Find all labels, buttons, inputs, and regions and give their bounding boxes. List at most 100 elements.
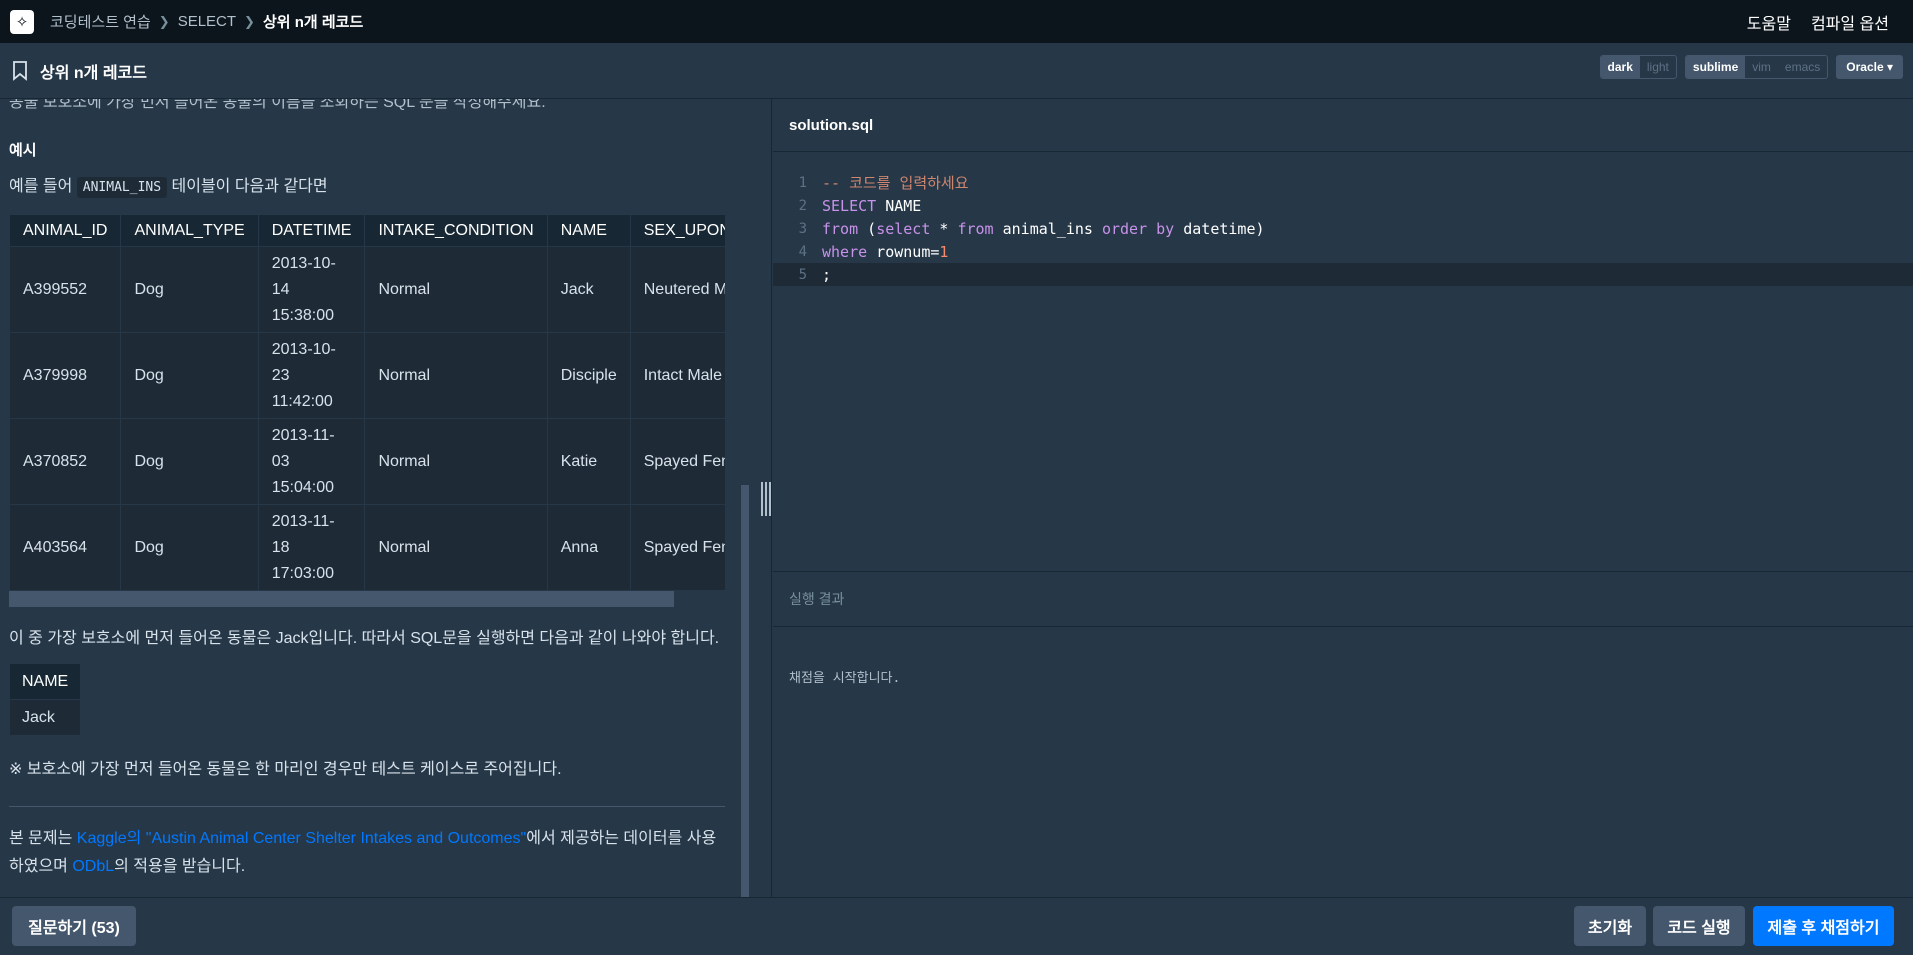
table-row: A379998 Dog 2013-10-23 11:42:00 Normal D…: [9, 332, 725, 419]
table-cell: A370852: [9, 418, 122, 505]
explanation-text: 이 중 가장 보호소에 먼저 들어온 동물은 Jack입니다. 따라서 SQL문…: [9, 630, 720, 647]
table-cell: Disciple: [546, 332, 631, 419]
column-header: ANIMAL_TYPE: [120, 214, 259, 247]
expected-result-table: NAME Jack: [8, 663, 82, 736]
scrollbar-thumb[interactable]: [9, 591, 674, 607]
table-cell: Katie: [546, 418, 631, 505]
run-code-button[interactable]: 코드 실행: [1653, 906, 1745, 946]
example-heading: 예시: [9, 142, 37, 159]
theme-toggle: dark light: [1599, 55, 1677, 79]
code-editor[interactable]: solution.sql 1 -- 코드를 입력하세요 2 SELECT NAM…: [773, 99, 1913, 571]
table-cell: 2013-11-18 17:03:00: [257, 504, 366, 591]
source-text: 본 문제는 Kaggle의 "Austin Animal Center Shel…: [9, 825, 725, 881]
chevron-right-icon: ❯: [244, 13, 255, 29]
table-header-row: ANIMAL_ID ANIMAL_TYPE DATETIME INTAKE_CO…: [9, 214, 725, 247]
table-cell: Spayed Female: [629, 418, 725, 505]
breadcrumb-item-select[interactable]: SELECT: [178, 13, 236, 30]
kaggle-link[interactable]: Kaggle의 "Austin Animal Center Shelter In…: [77, 830, 526, 847]
ask-question-button[interactable]: 질문하기 (53): [12, 906, 136, 946]
code-line: 1 -- 코드를 입력하세요: [773, 171, 1913, 194]
source-prefix: 본 문제는: [9, 830, 77, 847]
theme-dark-button[interactable]: dark: [1600, 56, 1640, 78]
problem-description-pane[interactable]: 동물 보호소에 가장 먼저 들어온 동물의 이름을 조회하는 SQL 문을 작성…: [0, 99, 760, 897]
column-header: NAME: [546, 214, 631, 247]
code-text: SELECT NAME: [822, 196, 922, 215]
example-table: ANIMAL_ID ANIMAL_TYPE DATETIME INTAKE_CO…: [9, 214, 725, 591]
code-line: 2 SELECT NAME: [773, 194, 1913, 217]
table-cell: Intact Male: [629, 332, 725, 419]
table-name-code: ANIMAL_INS: [76, 177, 168, 198]
results-heading: 실행 결과: [773, 572, 1913, 627]
column-header: ANIMAL_ID: [9, 214, 122, 247]
note-text: ※ 보호소에 가장 먼저 들어온 동물은 한 마리인 경우만 테스트 케이스로 …: [9, 761, 562, 778]
table-horizontal-scrollbar[interactable]: [9, 591, 725, 607]
table-cell: Dog: [120, 418, 259, 505]
problem-intro: 동물 보호소에 가장 먼저 들어온 동물의 이름을 조회하는 SQL 문을 작성…: [9, 99, 546, 111]
action-footer: 질문하기 (53) 초기화 코드 실행 제출 후 채점하기: [0, 897, 1913, 955]
top-nav: ✧ 코딩테스트 연습 ❯ SELECT ❯ 상위 n개 레코드 도움말 컴파일 …: [0, 0, 1913, 43]
keymap-sublime-button[interactable]: sublime: [1685, 56, 1746, 78]
line-number: 3: [798, 220, 807, 237]
table-cell: A399552: [9, 246, 122, 333]
table-row: A403564 Dog 2013-11-18 17:03:00 Normal A…: [9, 504, 725, 591]
reset-button[interactable]: 초기화: [1574, 906, 1646, 946]
keymap-emacs-button[interactable]: emacs: [1778, 56, 1827, 78]
breadcrumb-item-coding-test[interactable]: 코딩테스트 연습: [50, 11, 151, 32]
odbl-link[interactable]: ODbL: [72, 858, 114, 875]
results-output: 채점을 시작합니다.: [789, 671, 901, 686]
results-panel: 실행 결과 채점을 시작합니다.: [773, 571, 1913, 897]
example-prefix: 예를 들어: [9, 178, 73, 195]
table-cell: Anna: [546, 504, 631, 591]
column-header: DATETIME: [257, 214, 366, 247]
compile-options-link[interactable]: 컴파일 옵션: [1811, 10, 1889, 34]
keymap-toggle: sublime vim emacs: [1684, 55, 1829, 79]
table-cell: 2013-10-23 11:42:00: [257, 332, 366, 419]
table-cell: 2013-11-03 15:04:00: [257, 418, 366, 505]
table-row: Jack: [8, 699, 82, 736]
table-header-row: NAME: [8, 663, 82, 700]
keymap-vim-button[interactable]: vim: [1745, 56, 1778, 78]
editor-file-tab: solution.sql: [773, 99, 1913, 152]
table-cell: Normal: [364, 504, 548, 591]
table-row: A399552 Dog 2013-10-14 15:38:00 Normal J…: [9, 246, 725, 333]
table-cell: Jack: [546, 246, 631, 333]
code-area[interactable]: 1 -- 코드를 입력하세요 2 SELECT NAME 3 from (sel…: [773, 171, 1913, 286]
programmers-logo-icon[interactable]: ✧: [10, 9, 34, 34]
chevron-right-icon: ❯: [158, 13, 170, 29]
code-line: 3 from (select * from animal_ins order b…: [773, 217, 1913, 240]
table-cell: Dog: [120, 332, 259, 419]
code-text: ;: [822, 265, 832, 284]
table-cell: Spayed Female: [629, 504, 725, 591]
table-cell: Normal: [364, 332, 548, 419]
language-select-value: Oracle: [1846, 60, 1884, 74]
table-cell: Dog: [120, 246, 259, 333]
table-row: A370852 Dog 2013-11-03 15:04:00 Normal K…: [9, 418, 725, 505]
table-cell: A403564: [9, 504, 122, 591]
breadcrumb-item-current: 상위 n개 레코드: [262, 14, 364, 31]
line-number: 4: [798, 243, 807, 260]
page-title: 상위 n개 레코드: [40, 64, 147, 82]
example-caption: 예를 들어 ANIMAL_INS 테이블이 다음과 같다면: [9, 173, 725, 202]
description-vertical-scrollbar[interactable]: [741, 485, 749, 897]
code-text: -- 코드를 입력하세요: [822, 174, 969, 192]
column-header: SEX_UPON_INTAKE: [629, 214, 725, 247]
problem-title-bar: 상위 n개 레코드 dark light sublime vim emacs O…: [0, 43, 1913, 99]
divider: [9, 806, 725, 807]
theme-light-button[interactable]: light: [1640, 56, 1676, 78]
code-text: where rownum=1: [822, 242, 949, 261]
language-select[interactable]: Oracle ▾: [1836, 55, 1903, 79]
table-cell: Neutered Male: [629, 246, 725, 333]
line-number: 5: [798, 266, 807, 283]
table-cell: Normal: [364, 418, 548, 505]
submit-button[interactable]: 제출 후 채점하기: [1753, 906, 1894, 946]
table-cell: Dog: [120, 504, 259, 591]
bookmark-icon[interactable]: [12, 60, 28, 81]
help-link[interactable]: 도움말: [1747, 10, 1791, 34]
code-text: from (select * from animal_ins order by …: [822, 219, 1265, 238]
vertical-resize-handle-icon[interactable]: [760, 482, 772, 516]
example-table-wrapper[interactable]: ANIMAL_ID ANIMAL_TYPE DATETIME INTAKE_CO…: [9, 214, 725, 607]
column-header: INTAKE_CONDITION: [364, 214, 548, 247]
table-cell: Jack: [8, 699, 82, 736]
breadcrumb: 코딩테스트 연습 ❯ SELECT ❯ 상위 n개 레코드: [50, 11, 363, 32]
example-suffix: 테이블이 다음과 같다면: [171, 178, 328, 195]
